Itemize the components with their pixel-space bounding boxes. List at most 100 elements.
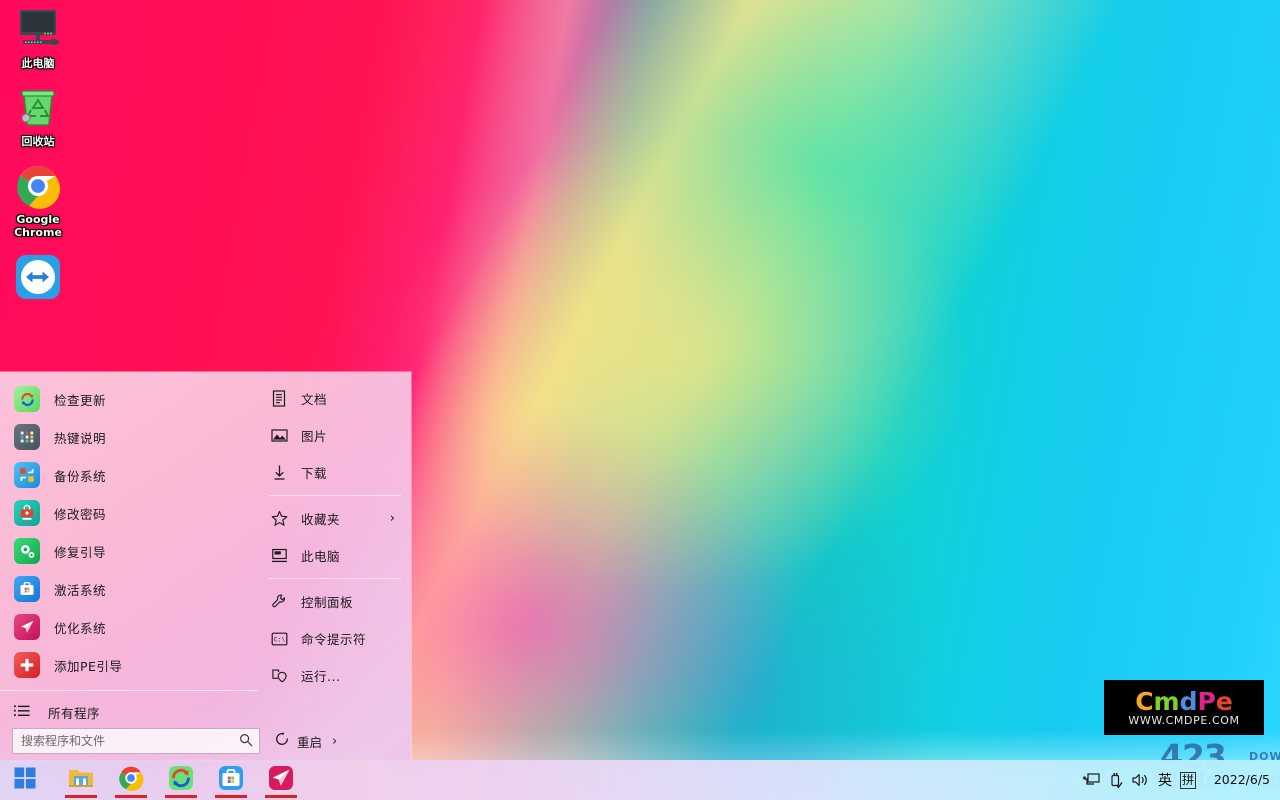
start-menu-item-label: 图片	[301, 426, 327, 445]
taskbar-item-file-explorer[interactable]	[56, 760, 106, 800]
start-menu-item-hotkey-help[interactable]: 热键说明	[0, 418, 258, 456]
add-pe-boot-icon	[14, 652, 40, 678]
start-menu-item-label: 修复引导	[54, 542, 106, 561]
start-menu-item-label: 控制面板	[301, 592, 353, 611]
taskbar-item-optimize-system[interactable]	[256, 760, 306, 800]
start-menu-item-command-prompt[interactable]: C:\ 命令提示符	[258, 620, 411, 657]
restart-icon	[274, 731, 290, 751]
start-menu-right-separator-2	[268, 578, 401, 579]
activate-system-icon	[14, 576, 40, 602]
repair-boot-icon	[14, 538, 40, 564]
taskbar[interactable]: 英 拼 2022/6/5	[0, 760, 1280, 800]
desktop-icon-column: 此电脑 回收站 Google	[0, 4, 76, 315]
taskbar-item-activate-system[interactable]	[206, 760, 256, 800]
desktop-icon-google-chrome[interactable]: Google Chrome	[0, 160, 76, 239]
start-menu-item-downloads[interactable]: 下载	[258, 454, 411, 491]
backup-system-icon	[14, 462, 40, 488]
optimize-system-icon	[268, 765, 294, 795]
safely-remove-hardware-icon[interactable]	[1104, 760, 1128, 800]
activate-system-icon	[218, 765, 244, 795]
ime-language-indicator[interactable]: 英	[1152, 770, 1178, 790]
start-menu-item-label: 此电脑	[301, 546, 340, 565]
system-tray: 英 拼 2022/6/5	[1080, 760, 1280, 800]
start-menu-item-label: 收藏夹	[301, 509, 340, 528]
windows-logo-icon	[14, 767, 36, 793]
restart-label: 重启	[297, 732, 322, 751]
start-menu-item-check-update[interactable]: 检查更新	[0, 380, 258, 418]
taskbar-running-indicator	[265, 795, 297, 798]
start-menu-item-repair-boot[interactable]: 修复引导	[0, 532, 258, 570]
google-chrome-icon	[118, 765, 144, 795]
cmdpe-letter-m: m	[1154, 689, 1180, 715]
search-input[interactable]	[21, 734, 239, 748]
optimize-system-icon	[14, 614, 40, 640]
start-menu-left-separator	[0, 690, 258, 691]
this-pc-icon	[0, 4, 76, 56]
taskbar-item-google-chrome[interactable]	[106, 760, 156, 800]
taskbar-running-indicator	[165, 795, 197, 798]
ime-mode-indicator[interactable]: 拼	[1180, 772, 1196, 789]
start-menu-item-label: 文档	[301, 389, 327, 408]
start-menu[interactable]: 检查更新 热键说明 备份系统	[0, 372, 411, 762]
cmdpe-letter-c: C	[1135, 689, 1153, 715]
start-menu-item-run[interactable]: 运行...	[258, 657, 411, 694]
volume-icon[interactable]	[1128, 760, 1152, 800]
cmdpe-letter-d: d	[1180, 689, 1198, 715]
start-menu-all-programs[interactable]: 所有程序	[0, 697, 258, 727]
google-chrome-icon	[0, 160, 76, 212]
search-icon[interactable]	[239, 732, 253, 751]
desktop-icon-recycle-bin[interactable]: 回收站	[0, 82, 76, 148]
start-menu-right-panel: 文档 图片 下载	[258, 372, 411, 762]
desktop-icon-this-pc[interactable]: 此电脑	[0, 4, 76, 70]
start-menu-item-control-panel[interactable]: 控制面板	[258, 583, 411, 620]
svg-text:C:\: C:\	[273, 636, 284, 643]
all-programs-label: 所有程序	[48, 703, 100, 722]
start-menu-item-activate-system[interactable]: 激活系统	[0, 570, 258, 608]
file-explorer-icon	[68, 766, 94, 794]
desktop-icon-teamviewer[interactable]	[0, 251, 76, 303]
start-menu-item-pictures[interactable]: 图片	[258, 417, 411, 454]
taskbar-running-indicator	[65, 795, 97, 798]
this-pc-monitor-icon	[270, 547, 288, 565]
start-menu-item-add-pe-boot[interactable]: 添加PE引导	[0, 646, 258, 684]
start-button[interactable]	[0, 760, 50, 800]
downloads-icon	[270, 464, 288, 482]
teamviewer-icon	[0, 251, 76, 303]
start-menu-bottom-row: 重启 ›	[0, 728, 411, 754]
start-menu-item-documents[interactable]: 文档	[258, 380, 411, 417]
desktop-icon-label: 回收站	[0, 135, 76, 148]
start-menu-item-label: 激活系统	[54, 580, 106, 599]
run-dialog-icon	[270, 667, 288, 685]
start-menu-item-backup-system[interactable]: 备份系统	[0, 456, 258, 494]
network-icon[interactable]	[1080, 760, 1104, 800]
taskbar-clock[interactable]: 2022/6/5	[1204, 773, 1276, 787]
check-update-icon	[168, 765, 194, 795]
taskbar-running-indicator	[115, 795, 147, 798]
start-menu-item-label: 热键说明	[54, 428, 106, 447]
start-menu-item-label: 运行...	[301, 666, 340, 685]
taskbar-item-check-update[interactable]	[156, 760, 206, 800]
check-update-icon	[14, 386, 40, 412]
start-menu-left-panel: 检查更新 热键说明 备份系统	[0, 372, 258, 762]
chevron-right-icon: ›	[390, 511, 395, 526]
desktop-icon-label: Google Chrome	[0, 213, 76, 239]
chevron-right-icon[interactable]: ›	[332, 734, 337, 749]
start-menu-right-separator-1	[268, 495, 401, 496]
start-menu-item-label: 检查更新	[54, 390, 106, 409]
desktop-icon-label-line1: Google	[16, 213, 59, 226]
start-menu-item-favorites[interactable]: 收藏夹 ›	[258, 500, 411, 537]
start-menu-item-change-password[interactable]: 修改密码	[0, 494, 258, 532]
start-menu-item-label: 添加PE引导	[54, 656, 122, 675]
taskbar-running-indicator	[215, 795, 247, 798]
desktop-icon-label-line2: Chrome	[14, 226, 62, 239]
document-icon	[270, 390, 288, 408]
pictures-icon	[270, 427, 288, 445]
control-panel-wrench-icon	[270, 593, 288, 611]
cmdpe-url: WWW.CMDPE.COM	[1128, 714, 1239, 727]
start-menu-item-this-pc[interactable]: 此电脑	[258, 537, 411, 574]
recycle-bin-icon	[0, 82, 76, 134]
start-menu-item-optimize-system[interactable]: 优化系统	[0, 608, 258, 646]
search-box[interactable]	[12, 728, 260, 754]
cmdpe-letter-p: P	[1198, 689, 1216, 715]
restart-button[interactable]: 重启 ›	[274, 731, 337, 751]
